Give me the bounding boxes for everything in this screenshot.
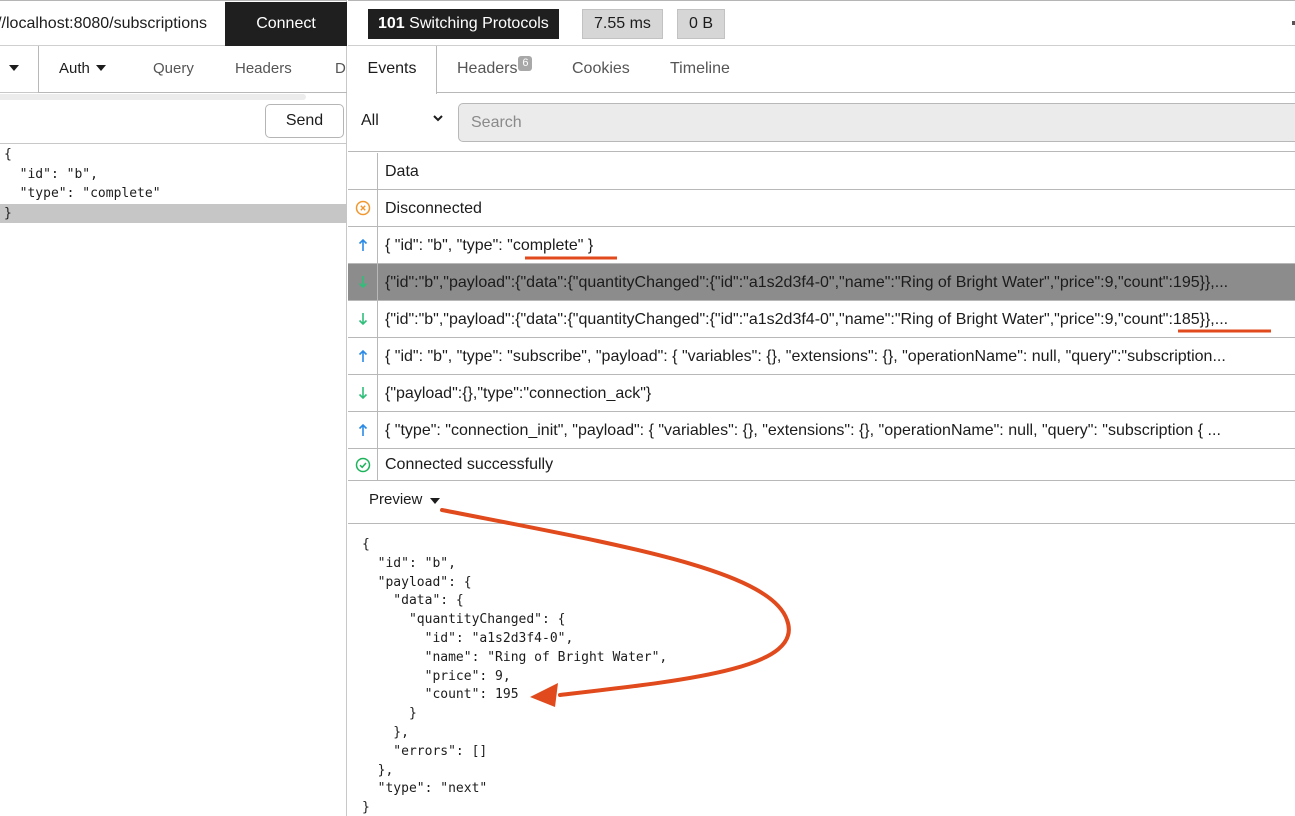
- tab-auth-label: Auth: [59, 60, 90, 77]
- tab-response-headers[interactable]: Headers 6: [457, 46, 533, 92]
- arrow-up-icon: [358, 423, 367, 436]
- preview-header: Preview: [348, 479, 1295, 524]
- data-column-header: Data: [385, 163, 419, 180]
- tab-headers-label: Headers: [457, 60, 518, 77]
- request-tab-strip: Auth Query Headers D: [38, 46, 347, 93]
- event-row[interactable]: Disconnected: [348, 190, 1295, 227]
- preview-line: "id": "b",: [362, 555, 456, 571]
- status-code: 101: [378, 15, 405, 32]
- tab-query[interactable]: Query: [153, 46, 194, 92]
- editor-line: "id": "b",: [4, 166, 98, 182]
- event-type-select[interactable]: All: [361, 112, 379, 130]
- caret-down-icon[interactable]: [430, 498, 440, 504]
- preview-line: "name": "Ring of Bright Water",: [362, 649, 668, 665]
- event-filter-row: All: [348, 94, 1295, 152]
- event-row[interactable]: { "id": "b", "type": "complete" }: [348, 227, 1295, 264]
- preview-line: "payload": {: [362, 574, 472, 590]
- tab-timeline[interactable]: Timeline: [670, 46, 730, 92]
- preview-mode-dropdown[interactable]: Preview: [369, 491, 422, 508]
- event-row[interactable]: {"payload":{},"type":"connection_ack"}: [348, 375, 1295, 412]
- status-text: Switching Protocols: [409, 15, 549, 32]
- event-data: {"payload":{},"type":"connection_ack"}: [385, 385, 652, 402]
- event-row[interactable]: { "type": "connection_init", "payload": …: [348, 412, 1295, 449]
- body-type-dropdown[interactable]: [0, 46, 38, 93]
- event-row[interactable]: {"id":"b","payload":{"data":{"quantityCh…: [348, 301, 1295, 338]
- event-row-selected[interactable]: {"id":"b","payload":{"data":{"quantityCh…: [348, 264, 1295, 301]
- arrow-up-icon: [358, 238, 367, 251]
- events-table: Data Disconnected { "id": "b", "type": "…: [348, 153, 1295, 481]
- event-data: Connected successfully: [385, 456, 554, 473]
- preview-line: {: [362, 537, 370, 552]
- url-input[interactable]: ws://localhost:8080/subscriptions: [0, 1, 207, 46]
- editor-line: {: [4, 147, 12, 162]
- response-time-badge: 7.55 ms: [582, 9, 663, 39]
- send-row: Send: [0, 100, 347, 144]
- event-data: { "id": "b", "type": "complete" }: [385, 237, 594, 254]
- event-data: {"id":"b","payload":{"data":{"quantityCh…: [385, 311, 1229, 328]
- event-data: { "type": "connection_init", "payload": …: [385, 422, 1221, 439]
- message-preview: { "id": "b", "payload": { "data": { "qua…: [348, 525, 1295, 816]
- response-pane: 101 Switching Protocols 7.55 ms 0 B Even…: [348, 0, 1295, 816]
- tab-headers[interactable]: Headers: [235, 46, 292, 92]
- arrow-down-icon: [358, 313, 367, 326]
- preview-line: }: [362, 800, 370, 816]
- caret-down-icon: [95, 65, 106, 72]
- tab-auth[interactable]: Auth: [59, 46, 106, 92]
- caret-down-icon: [9, 65, 19, 71]
- check-circle-icon: [355, 457, 370, 472]
- arrow-down-icon: [358, 387, 367, 400]
- event-row[interactable]: { "id": "b", "type": "subscribe", "paylo…: [348, 338, 1295, 375]
- event-data: { "id": "b", "type": "subscribe", "paylo…: [385, 348, 1226, 365]
- preview-line: "quantityChanged": {: [362, 612, 566, 628]
- table-header-row: Data: [348, 153, 1295, 190]
- tab-docs[interactable]: D: [335, 46, 348, 92]
- tab-events[interactable]: Events: [348, 46, 437, 94]
- preview-line: "id": "a1s2d3f4-0",: [362, 630, 574, 646]
- message-editor[interactable]: { "id": "b", "type": "complete" }: [0, 145, 347, 223]
- event-data: {"id":"b","payload":{"data":{"quantityCh…: [385, 274, 1229, 291]
- status-badge: 101 Switching Protocols: [368, 9, 559, 39]
- event-row[interactable]: Connected successfully: [348, 449, 1295, 481]
- editor-line: "type": "complete": [4, 186, 161, 201]
- error-circle-icon: [355, 200, 370, 216]
- status-bar: 101 Switching Protocols 7.55 ms 0 B: [348, 0, 1295, 46]
- preview-line: "errors": []: [362, 743, 488, 759]
- event-data: Disconnected: [385, 200, 482, 217]
- response-tabs: Events Headers 6 Cookies Timeline: [348, 46, 1295, 94]
- send-button[interactable]: Send: [265, 104, 344, 138]
- arrow-up-icon: [358, 349, 367, 362]
- preview-line: },: [362, 762, 394, 778]
- connect-button[interactable]: Connect: [225, 2, 347, 46]
- preview-line: },: [362, 724, 409, 740]
- headers-count-badge: 6: [518, 56, 533, 71]
- request-pane: ws://localhost:8080/subscriptions Connec…: [0, 0, 347, 816]
- preview-line: }: [362, 706, 417, 722]
- arrow-down-icon: [358, 276, 367, 289]
- preview-line: "price": 9,: [362, 668, 511, 684]
- preview-line: "count": 195: [362, 687, 519, 703]
- preview-line: "data": {: [362, 593, 464, 609]
- tab-cookies[interactable]: Cookies: [572, 46, 630, 92]
- editor-line-active: }: [0, 203, 347, 223]
- preview-line: "type": "next": [362, 781, 488, 797]
- icon-column-header: [348, 153, 378, 189]
- response-size-badge: 0 B: [677, 9, 726, 39]
- chevron-down-icon[interactable]: [432, 113, 444, 123]
- request-tabs: Auth Query Headers D: [0, 46, 347, 93]
- event-search-input[interactable]: [458, 103, 1295, 142]
- url-bar: ws://localhost:8080/subscriptions Connec…: [0, 0, 347, 46]
